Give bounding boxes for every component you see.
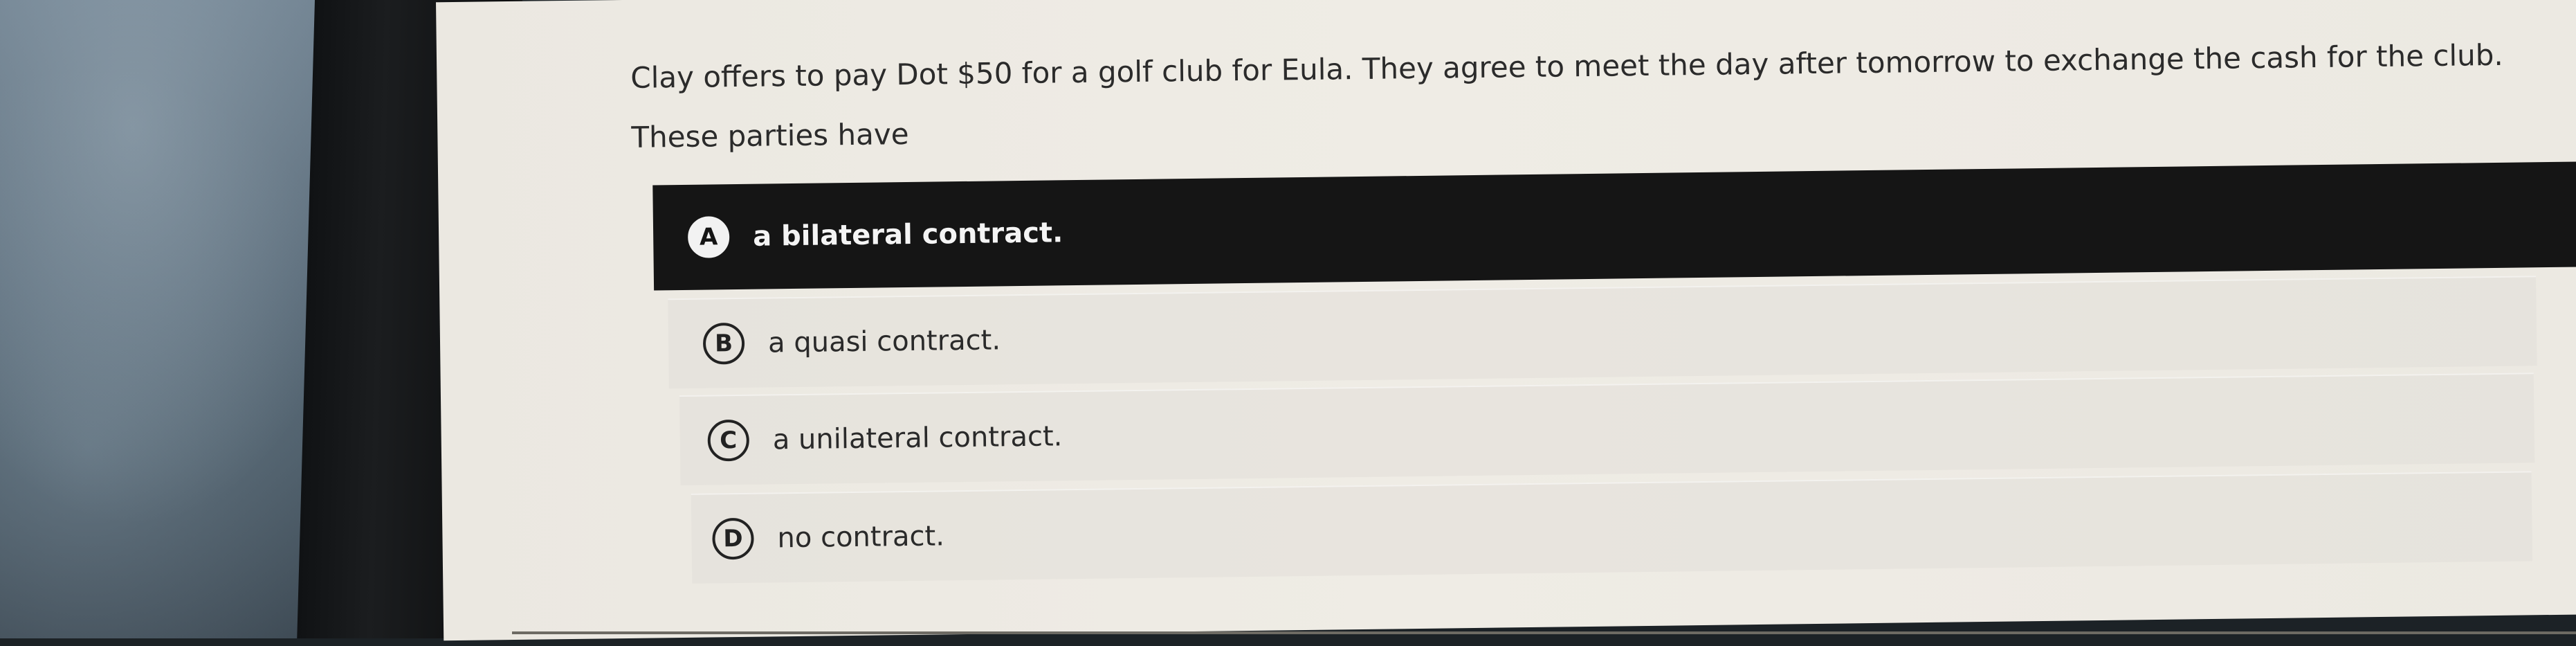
screen-bottom-edge xyxy=(512,631,2576,634)
option-c-label: a unilateral contract. xyxy=(772,420,1063,456)
screen-content: Clay offers to pay Dot $50 for a golf cl… xyxy=(0,0,2576,646)
option-d-badge: D xyxy=(712,517,754,560)
option-a-badge: A xyxy=(687,216,730,258)
question-text: Clay offers to pay Dot $50 for a golf cl… xyxy=(630,25,2555,168)
option-c-badge: C xyxy=(707,419,750,462)
option-b-label: a quasi contract. xyxy=(767,324,1001,359)
option-d-label: no contract. xyxy=(777,520,945,555)
option-b-badge: B xyxy=(702,322,745,365)
option-a-label: a bilateral contract. xyxy=(752,217,1063,253)
